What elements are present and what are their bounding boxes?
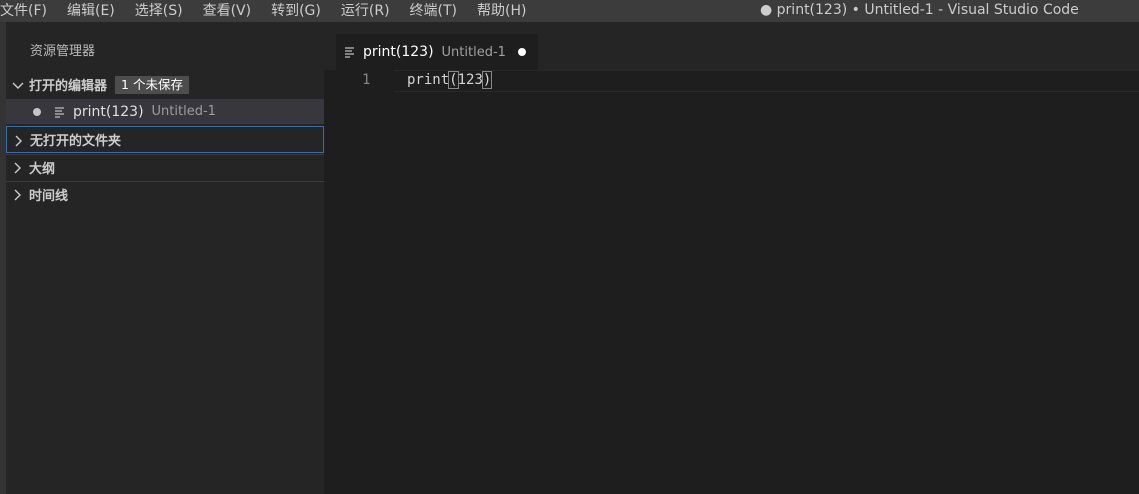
unsaved-dot-icon[interactable] [517, 48, 526, 56]
section-no-folder-label: 无打开的文件夹 [30, 134, 122, 149]
open-editor-name: print(123) [73, 103, 144, 120]
menu-terminal[interactable]: 终端(T) [410, 0, 467, 22]
file-lines-icon [54, 106, 66, 118]
explorer-sidebar: 资源管理器 打开的编辑器 1 个未保存 print(123) Untitled-… [6, 22, 324, 494]
section-no-folder[interactable]: 无打开的文件夹 [6, 126, 324, 153]
file-lines-icon [344, 46, 356, 58]
open-editor-description: Untitled-1 [151, 104, 216, 119]
code-editor[interactable]: 1 print(123) [324, 70, 1139, 494]
section-open-editors[interactable]: 打开的编辑器 1 个未保存 [6, 72, 324, 97]
code-token-function: print [407, 72, 450, 88]
chevron-right-icon [13, 135, 23, 146]
section-outline[interactable]: 大纲 [6, 154, 324, 179]
tab-untitled-1[interactable]: print(123) Untitled-1 [336, 34, 538, 70]
code-line[interactable]: print(123) [407, 71, 493, 89]
line-number: 1 [362, 72, 371, 88]
chevron-right-icon [12, 162, 22, 174]
editor-area: print(123) Untitled-1 1 print(123) [324, 22, 1139, 494]
title-bar: 文件(F) 编辑(E) 选择(S) 查看(V) 转到(G) 运行(R) 终端(T… [0, 0, 1139, 22]
unsaved-dot-icon[interactable] [33, 107, 41, 116]
section-timeline[interactable]: 时间线 [6, 181, 324, 206]
chevron-down-icon [12, 80, 24, 90]
menu-file[interactable]: 文件(F) [0, 0, 57, 22]
tab-name: print(123) [363, 44, 434, 60]
tab-description: Untitled-1 [441, 44, 506, 60]
menu-edit[interactable]: 编辑(E) [67, 0, 125, 22]
menu-help[interactable]: 帮助(H) [477, 0, 536, 22]
window-title: ● print(123) • Untitled-1 - Visual Studi… [760, 2, 1079, 18]
current-line-highlight [394, 70, 1139, 92]
tab-bar: print(123) Untitled-1 [324, 22, 1139, 70]
unsaved-badge: 1 个未保存 [115, 75, 189, 94]
section-open-editors-label: 打开的编辑器 [29, 79, 108, 94]
chevron-right-icon [12, 189, 22, 201]
code-bracket-close: ) [481, 71, 493, 89]
code-token-number: 123 [457, 72, 483, 88]
menu-bar: 文件(F) 编辑(E) 选择(S) 查看(V) 转到(G) 运行(R) 终端(T… [0, 0, 546, 22]
code-bracket-open: ( [448, 71, 459, 89]
open-editor-item[interactable]: print(123) Untitled-1 [6, 99, 324, 124]
menu-view[interactable]: 查看(V) [203, 0, 262, 22]
section-outline-label: 大纲 [29, 161, 56, 177]
menu-go[interactable]: 转到(G) [271, 0, 331, 22]
menu-run[interactable]: 运行(R) [341, 0, 400, 22]
menu-selection[interactable]: 选择(S) [135, 0, 193, 22]
explorer-title: 资源管理器 [30, 44, 96, 59]
section-timeline-label: 时间线 [29, 188, 69, 204]
